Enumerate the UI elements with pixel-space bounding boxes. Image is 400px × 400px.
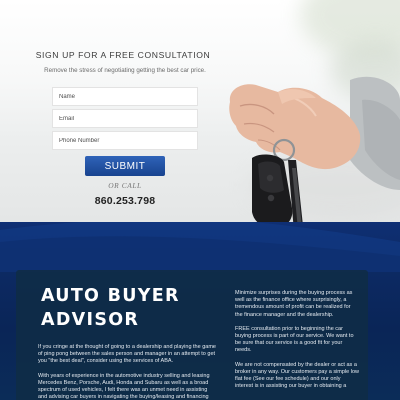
right-paragraph-1: Minimize surprises during the buying pro… — [235, 290, 353, 318]
hand-holding-car-key-icon — [229, 76, 400, 232]
wave-divider — [0, 222, 400, 272]
left-paragraph-1: If you cringe at the thought of going to… — [38, 344, 216, 365]
card-title-line-2: ADVISOR — [41, 310, 140, 330]
or-call-label: OR CALL — [108, 181, 142, 190]
right-paragraph-2: FREE consultation prior to beginning the… — [235, 325, 354, 354]
right-column-text: Minimize surprises during the buying pro… — [235, 290, 359, 397]
right-paragraph-3: We are not compensated by the dealer or … — [235, 361, 359, 390]
submit-button[interactable]: SUBMIT — [85, 156, 165, 176]
card-title-line-1: AUTO BUYER — [41, 286, 180, 306]
consultation-form: SIGN UP FOR A FREE CONSULTATION Remove t… — [30, 50, 220, 207]
phone-number-field[interactable] — [52, 131, 198, 150]
name-field[interactable] — [52, 87, 198, 106]
left-column-text: If you cringe at the thought of going to… — [38, 344, 218, 400]
left-paragraph-2: With years of experience in the automoti… — [38, 372, 210, 400]
landing-page: SIGN UP FOR A FREE CONSULTATION Remove t… — [0, 0, 400, 400]
hero-photo: SIGN UP FOR A FREE CONSULTATION Remove t… — [0, 0, 400, 232]
card-title: AUTO BUYER ADVISOR — [41, 284, 221, 332]
about-card: AUTO BUYER ADVISOR If you cringe at the … — [16, 270, 368, 400]
form-title: SIGN UP FOR A FREE CONSULTATION — [35, 50, 211, 60]
phone-number-link[interactable]: 860.253.798 — [30, 195, 220, 207]
form-subtitle: Remove the stress of negotiating getting… — [44, 67, 206, 74]
email-field[interactable] — [52, 109, 198, 128]
